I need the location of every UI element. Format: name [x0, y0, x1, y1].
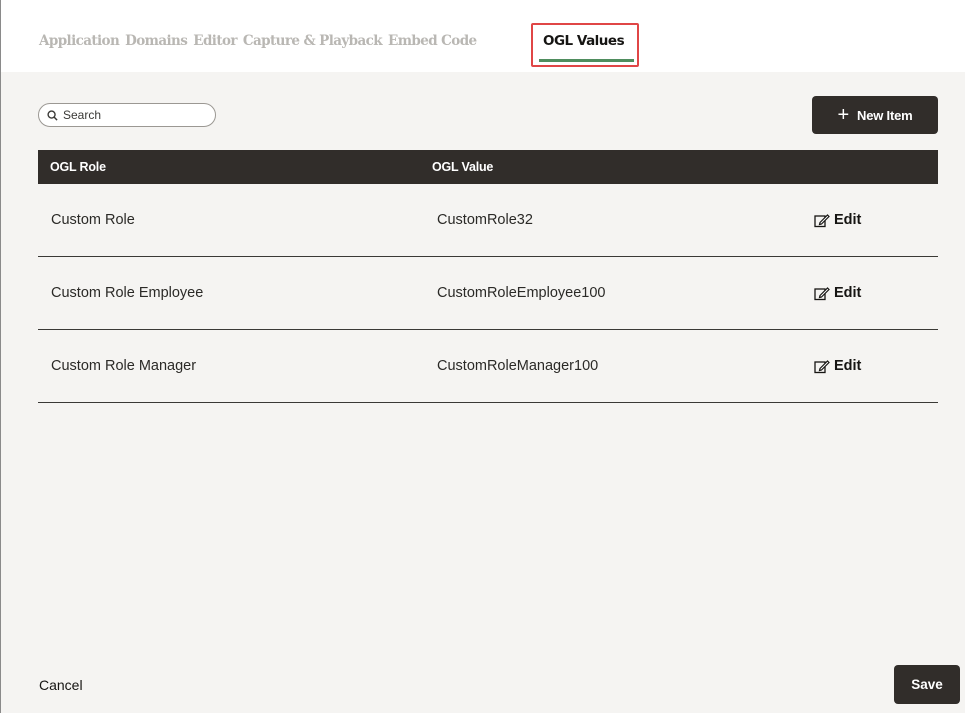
tab-list: Application Domains Editor Capture & Pla… — [39, 33, 483, 49]
edit-icon — [814, 213, 830, 227]
value-cell: CustomRole32 — [437, 212, 533, 228]
edit-button[interactable]: Edit — [814, 358, 861, 374]
role-cell: Custom Role Employee — [51, 285, 204, 301]
search-input[interactable] — [63, 108, 203, 122]
search-box[interactable] — [38, 103, 216, 127]
search-icon — [47, 109, 58, 121]
edit-button[interactable]: Edit — [814, 285, 861, 301]
role-cell: Custom Role — [51, 212, 135, 228]
save-button[interactable]: Save — [894, 665, 960, 704]
table-row: Custom Role Employee CustomRoleEmployee1… — [38, 257, 938, 330]
column-header-ogl-role: OGL Role — [50, 160, 106, 174]
edit-button[interactable]: Edit — [814, 212, 861, 228]
new-item-button[interactable]: + New Item — [812, 96, 938, 134]
tab-embed-code[interactable]: Embed Code — [388, 33, 477, 49]
tab-ogl-values-label: OGL Values — [543, 33, 625, 49]
table-row: Custom Role CustomRole32 Edit — [38, 184, 938, 257]
new-item-label: New Item — [857, 107, 913, 123]
active-tab-underline — [539, 59, 634, 62]
table-row: Custom Role Manager CustomRoleManager100… — [38, 330, 938, 403]
tab-domains[interactable]: Domains — [125, 33, 188, 49]
tab-ogl-values[interactable]: OGL Values — [531, 23, 639, 67]
edit-icon — [814, 286, 830, 300]
tab-bar: Application Domains Editor Capture & Pla… — [1, 0, 965, 72]
value-cell: CustomRoleManager100 — [437, 358, 599, 374]
edit-label: Edit — [834, 212, 862, 228]
tab-editor[interactable]: Editor — [193, 33, 237, 49]
edit-label: Edit — [834, 285, 862, 301]
edit-icon — [814, 359, 830, 373]
tab-application[interactable]: Application — [39, 33, 120, 49]
plus-icon: + — [837, 104, 850, 126]
dialog-panel: Application Domains Editor Capture & Pla… — [0, 0, 965, 713]
cancel-button[interactable]: Cancel — [39, 677, 83, 693]
role-cell: Custom Role Manager — [51, 358, 197, 374]
tab-capture-playback[interactable]: Capture & Playback — [243, 33, 383, 49]
column-header-ogl-value: OGL Value — [432, 160, 494, 174]
edit-label: Edit — [834, 358, 862, 374]
table-header: OGL Role OGL Value — [38, 150, 938, 184]
value-cell: CustomRoleEmployee100 — [437, 285, 606, 301]
